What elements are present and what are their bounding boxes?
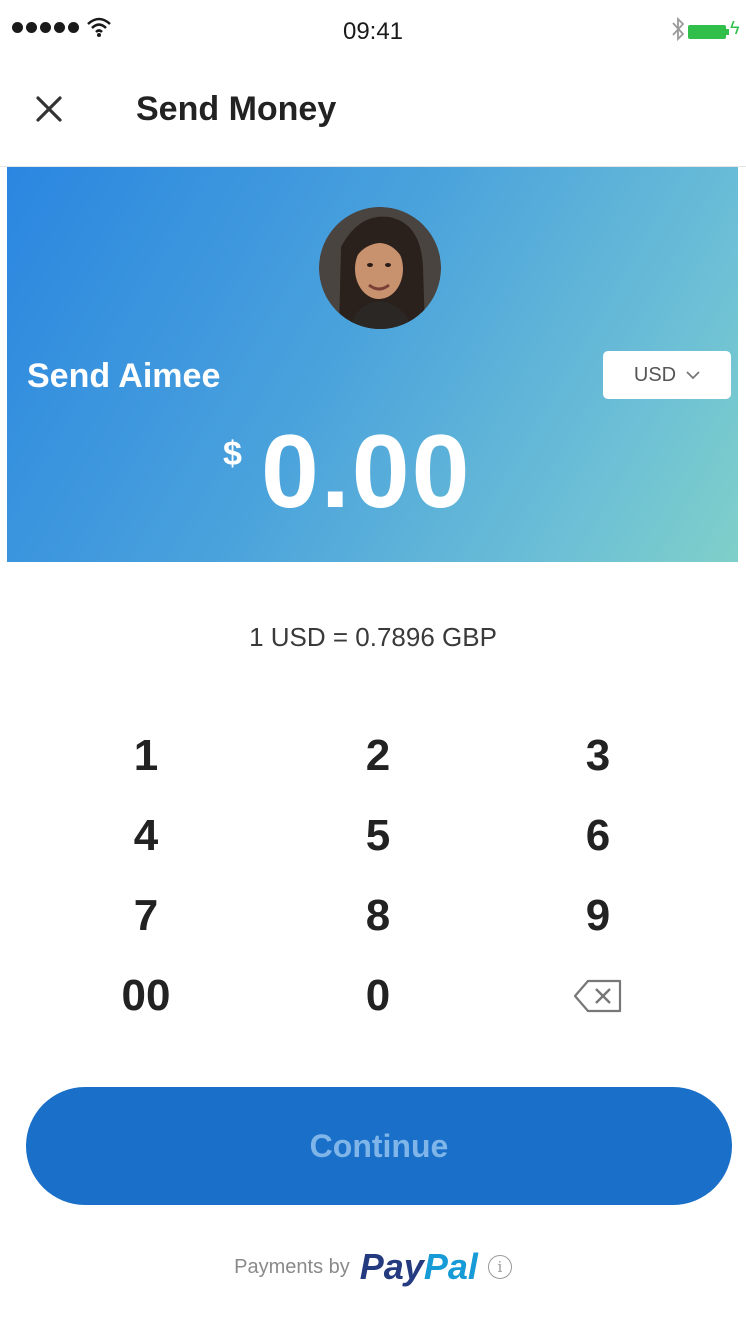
currency-code: USD — [633, 363, 677, 386]
keypad-key-0[interactable]: 0 — [288, 964, 468, 1028]
exchange-rate-text: 1 USD = 0.7896 GBP — [249, 622, 497, 652]
page-title: Send Money — [136, 90, 337, 128]
keypad-key-4[interactable]: 4 — [56, 804, 236, 868]
keypad-key-3[interactable]: 3 — [508, 724, 688, 788]
backspace-icon — [573, 979, 622, 1013]
keypad-backspace[interactable] — [508, 964, 688, 1028]
bluetooth-icon — [672, 16, 684, 42]
info-icon[interactable]: i — [487, 1255, 512, 1279]
keypad-key-7[interactable]: 7 — [56, 884, 236, 948]
footer-text: Payments by — [234, 1255, 350, 1278]
chevron-down-icon — [686, 371, 700, 380]
send-amount-panel: Send Aimee USD $ 0.00 — [7, 167, 738, 562]
currency-symbol: $ — [223, 435, 242, 473]
status-time: 09:41 — [342, 18, 404, 45]
keypad-key-6[interactable]: 6 — [508, 804, 688, 868]
payments-footer: Payments by PayPal i — [0, 1246, 746, 1288]
avatar — [319, 207, 441, 329]
keypad-key-1[interactable]: 1 — [56, 724, 236, 788]
currency-selector[interactable]: USD — [603, 351, 731, 399]
status-bar: 09:41 ϟ — [0, 0, 746, 60]
amount-value: 0.00 — [261, 414, 472, 530]
keypad-key-00[interactable]: 00 — [56, 964, 236, 1028]
paypal-logo: PayPal — [359, 1246, 478, 1287]
keypad-key-9[interactable]: 9 — [508, 884, 688, 948]
recipient-label: Send Aimee — [27, 357, 221, 395]
continue-button[interactable]: Continue — [26, 1087, 732, 1205]
keypad-key-2[interactable]: 2 — [288, 724, 468, 788]
charging-icon: ϟ — [730, 18, 740, 38]
keypad-key-8[interactable]: 8 — [288, 884, 468, 948]
nav-header: Send Money — [0, 60, 746, 167]
close-icon[interactable] — [28, 88, 72, 132]
battery-icon — [688, 25, 726, 39]
keypad-key-5[interactable]: 5 — [288, 804, 468, 868]
